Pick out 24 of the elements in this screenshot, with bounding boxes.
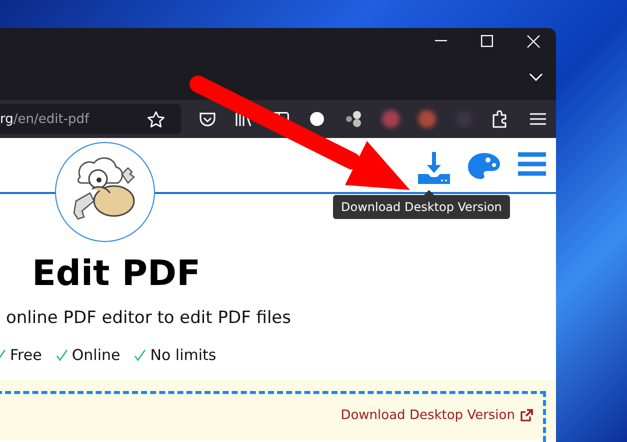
minimize-icon[interactable] (435, 40, 447, 42)
chevron-down-icon[interactable] (529, 73, 543, 81)
feature-label: No limits (150, 346, 216, 364)
address-field[interactable]: rg/en/edit-pdf (0, 104, 181, 134)
star-icon[interactable] (146, 110, 165, 128)
tooltip: Download Desktop Version (333, 195, 510, 219)
address-text: rg/en/edit-pdf (0, 112, 90, 126)
puzzle-icon[interactable] (492, 110, 510, 128)
page-subtitle: online PDF editor to edit PDF files (6, 308, 291, 328)
pocket-icon[interactable] (198, 112, 216, 126)
close-icon[interactable] (526, 34, 540, 48)
palette-icon[interactable] (468, 152, 500, 180)
feature-label: Free (10, 346, 42, 364)
check-icon (134, 349, 146, 361)
library-icon[interactable] (235, 112, 252, 126)
extension-icon[interactable] (345, 110, 364, 128)
download-desktop-link[interactable]: Download Desktop Version (340, 406, 533, 424)
feature-label: Online (72, 346, 120, 364)
maximize-icon[interactable] (481, 35, 493, 47)
download-icon[interactable] (418, 152, 450, 184)
external-link-icon (520, 408, 533, 422)
page-title: Edit PDF (32, 254, 200, 294)
check-icon (56, 349, 68, 361)
circle-icon[interactable] (309, 111, 326, 127)
